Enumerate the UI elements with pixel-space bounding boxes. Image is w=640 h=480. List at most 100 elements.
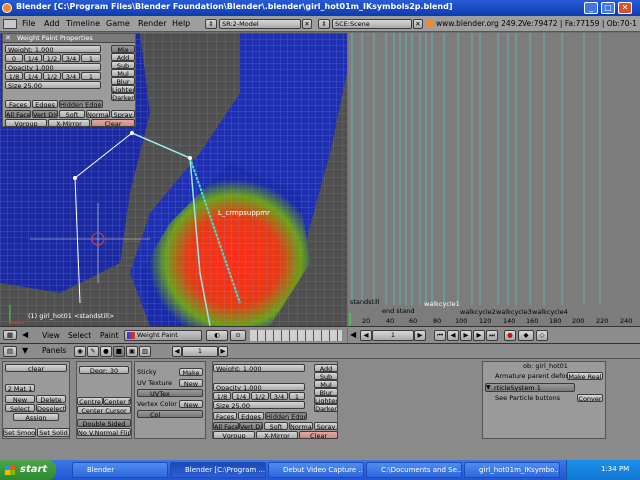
record-button[interactable]: ● — [504, 330, 516, 341]
opacity-preset-4[interactable]: 1 — [81, 72, 101, 80]
editing-icon[interactable]: ▣ — [126, 346, 138, 357]
uv-texture-new-button[interactable]: New — [179, 379, 203, 387]
marker-walkcycle1[interactable]: walkcycle1 — [424, 300, 460, 308]
marker-standstill[interactable]: standstill — [350, 298, 380, 306]
menu-timeline[interactable]: Timeline — [66, 18, 100, 30]
frame-field[interactable]: 1 — [182, 346, 218, 357]
frame-prev-button[interactable]: ◀ — [172, 346, 182, 357]
toggle-all-faces[interactable]: All Faces — [5, 110, 31, 118]
marker-walkcycle2[interactable]: walkcycle2 — [460, 308, 496, 316]
task-blender-window[interactable]: Blender [C:\Program ... — [170, 462, 266, 478]
xmirror-button[interactable]: X-Mirror — [48, 119, 90, 127]
menu-add[interactable]: Add — [44, 18, 60, 30]
toggle-normals[interactable]: Normals — [289, 422, 313, 430]
editor-type-icon[interactable]: ▦ — [3, 330, 17, 340]
collapse-icon[interactable]: ◀ — [350, 330, 356, 339]
close-icon[interactable]: ✕ — [5, 34, 11, 42]
vgroup-button[interactable]: Vgroup — [213, 431, 255, 439]
size-slider[interactable]: Size 25.00 — [213, 401, 305, 409]
weight-slider[interactable]: Weight: 1.000 — [213, 364, 305, 372]
jump-end-button[interactable]: ⏭ — [486, 330, 498, 341]
mode-blur[interactable]: Blur — [111, 77, 135, 85]
menu-paint[interactable]: Paint — [100, 330, 119, 342]
menu-file[interactable]: File — [22, 18, 35, 30]
sticky-make-button[interactable]: Make — [179, 368, 203, 376]
center-cursor-button[interactable]: Center Cursor — [77, 406, 131, 414]
3d-viewport[interactable]: L_crmpsuppmr (1) girl_hot01 <standstill>… — [0, 33, 347, 326]
opacity-slider[interactable]: Opacity 1.000 — [213, 383, 305, 391]
maximize-button[interactable]: □ — [601, 2, 615, 14]
task-debut-video-capture[interactable]: Debut Video Capture ... — [268, 462, 364, 478]
mode-blur[interactable]: Blur — [314, 388, 338, 396]
mode-select[interactable]: Weight Paint — [124, 330, 202, 341]
select-material-button[interactable]: Select — [5, 404, 35, 412]
weight-preset-2[interactable]: 1/2 — [43, 54, 61, 62]
mode-lighter[interactable]: Lighter — [314, 396, 338, 404]
draw-type-button[interactable]: ◐ — [206, 330, 228, 341]
xmirror-button[interactable]: X-Mirror — [256, 431, 298, 439]
task-girl-hot01m[interactable]: girl_hot01m_IKsymbo... — [464, 462, 560, 478]
current-frame-field[interactable]: 1 — [372, 330, 414, 341]
double-sided-toggle[interactable]: Double Sided — [77, 419, 131, 427]
logic-icon[interactable]: ◉ — [74, 346, 86, 357]
screen-select[interactable]: SR:2-Model — [219, 19, 301, 29]
frame-prev-button[interactable]: ◀ — [360, 330, 372, 341]
scene-icon[interactable]: ▥ — [139, 346, 151, 357]
opacity-slider[interactable]: Opacity 1.000 — [5, 63, 101, 71]
scene-delete-button[interactable]: ✕ — [413, 19, 423, 29]
scene-browse-button[interactable]: ⇕ — [318, 19, 330, 29]
no-vnormal-flip-toggle[interactable]: No V.Normal Flip — [77, 428, 131, 436]
mode-darker[interactable]: Darker — [111, 93, 135, 101]
weight-preset-0[interactable]: 0 — [5, 54, 23, 62]
jump-start-button[interactable]: ⏮ — [434, 330, 446, 341]
make-real-button[interactable]: Make Real — [567, 372, 603, 380]
opacity-preset-0[interactable]: 1/8 — [5, 72, 23, 80]
size-slider[interactable]: Size 25.00 — [5, 81, 101, 89]
vertex-color-new-button[interactable]: New — [179, 400, 203, 408]
opacity-preset-0[interactable]: 1/8 — [213, 392, 231, 400]
mode-darker[interactable]: Darker — [314, 404, 338, 412]
centre-button[interactable]: Centre — [77, 397, 103, 405]
play-button[interactable]: ▶ — [460, 330, 472, 341]
weight-preset-4[interactable]: 1 — [81, 54, 101, 62]
new-material-button[interactable]: New — [5, 395, 35, 403]
delete-material-button[interactable]: Delete — [36, 395, 66, 403]
vgroup-button[interactable]: Vgroup — [5, 119, 47, 127]
toggle-soft[interactable]: Soft — [264, 422, 288, 430]
pivot-button[interactable]: ⊙ — [230, 330, 246, 341]
mode-add[interactable]: Add — [111, 53, 135, 61]
opacity-preset-3[interactable]: 3/4 — [62, 72, 80, 80]
centre-new-button[interactable]: Center Ne — [103, 397, 131, 405]
key-button[interactable]: ◆ — [518, 330, 534, 341]
weight-slider[interactable]: Weight: 1.000 — [5, 45, 101, 53]
tab-edges[interactable]: Edges — [238, 412, 264, 420]
menu-render[interactable]: Render — [138, 18, 166, 30]
key-delete-button[interactable]: ◇ — [536, 330, 548, 341]
script-icon[interactable]: ✎ — [87, 346, 99, 357]
mode-add[interactable]: Add — [314, 364, 338, 372]
col-slot[interactable]: Col — [137, 410, 203, 418]
collapse-icon[interactable]: ▼ — [22, 346, 28, 355]
tab-hidden-edges[interactable]: Hidden Edge — [265, 412, 307, 420]
toggle-all-faces[interactable]: All Face — [213, 422, 239, 430]
uvtex-slot[interactable]: UVTex — [137, 389, 203, 397]
frame-next-button[interactable]: ▶ — [414, 330, 426, 341]
clear-button[interactable]: Clear — [299, 431, 338, 439]
task-blender[interactable]: Blender — [72, 462, 168, 478]
particle-system-slot[interactable]: rticleSystem 1 — [485, 383, 575, 392]
clear-button[interactable]: Clear — [91, 119, 135, 127]
tab-faces[interactable]: Faces — [213, 412, 237, 420]
screen-browse-button[interactable]: ⇕ — [205, 19, 217, 29]
prev-key-button[interactable]: ◀ — [447, 330, 459, 341]
opacity-preset-2[interactable]: 1/2 — [43, 72, 61, 80]
mode-sub[interactable]: Sub — [314, 372, 338, 380]
set-solid-button[interactable]: Set Solid — [37, 428, 70, 437]
tab-hidden-edges[interactable]: Hidden Edges — [59, 100, 103, 108]
toggle-normals[interactable]: Normals — [86, 110, 110, 118]
close-button[interactable]: ✕ — [618, 2, 632, 14]
mode-mul[interactable]: Mul — [314, 380, 338, 388]
weight-preset-1[interactable]: 1/4 — [24, 54, 42, 62]
set-smooth-button[interactable]: Set Smoo — [3, 428, 36, 437]
opacity-preset-1[interactable]: 1/4 — [232, 392, 250, 400]
timeline-area[interactable]: standstill end stand walkcycle1 walkcycl… — [348, 33, 640, 326]
